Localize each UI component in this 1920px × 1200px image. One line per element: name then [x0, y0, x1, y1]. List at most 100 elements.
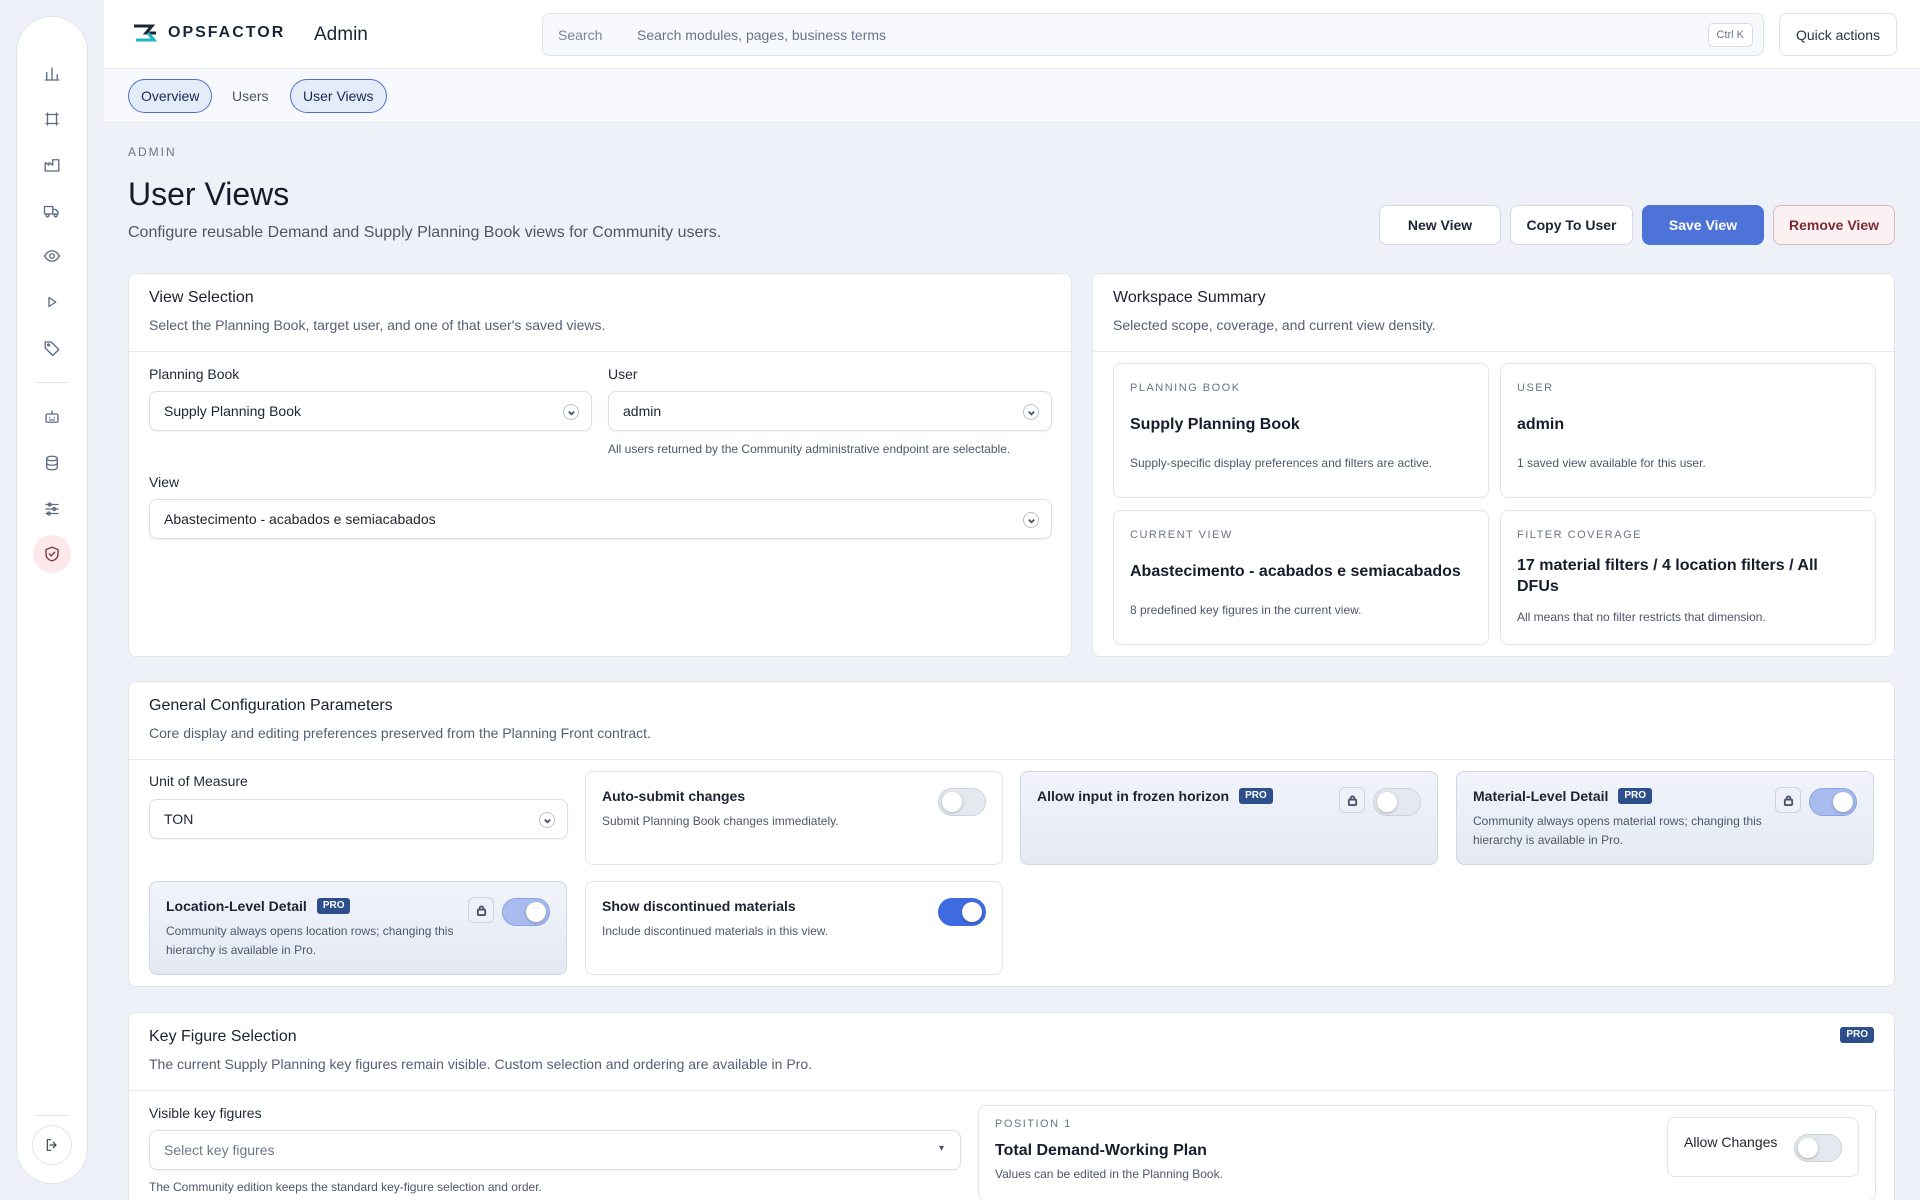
quick-actions-button[interactable]: Quick actions	[1779, 13, 1897, 56]
section-title: Admin	[314, 24, 368, 45]
unit-of-measure-select[interactable]: TON	[149, 799, 568, 839]
location-level-toggle[interactable]	[502, 898, 550, 926]
position-desc: Values can be edited in the Planning Boo…	[995, 1167, 1223, 1181]
summary-planning-book: PLANNING BOOK Supply Planning Book Suppl…	[1113, 363, 1489, 498]
tile-title-text: Auto-submit changes	[602, 788, 746, 804]
breadcrumb: ADMIN	[128, 145, 177, 159]
pro-badge: PRO	[1618, 788, 1653, 804]
left-rail	[16, 16, 88, 1184]
tile-title: Allow input in frozen horizon PRO	[1037, 788, 1273, 804]
tile-desc: Community always opens location rows; ch…	[166, 924, 454, 957]
save-view-button[interactable]: Save View	[1642, 205, 1764, 245]
summary-desc: All means that no filter restricts that …	[1517, 610, 1766, 624]
search-label: Search	[558, 27, 603, 43]
search-input[interactable]	[637, 24, 1617, 46]
planning-book-label: Planning Book	[149, 366, 240, 382]
robot-icon[interactable]	[33, 398, 71, 436]
card-title: View Selection	[149, 289, 254, 306]
view-selection-card: View Selection Select the Planning Book,…	[128, 273, 1072, 657]
summary-value: 17 material filters / 4 location filters…	[1517, 557, 1818, 595]
app-logo[interactable]: OPSFACTOR	[132, 22, 285, 44]
top-bar: OPSFACTOR Admin Search Ctrl K Quick acti…	[104, 0, 1920, 69]
tag-icon[interactable]	[33, 329, 71, 367]
show-discontinued-toggle[interactable]	[938, 898, 986, 926]
key-figure-card: Key Figure Selection PRO The current Sup…	[128, 1012, 1895, 1200]
user-label: User	[608, 366, 638, 382]
allow-changes-toggle[interactable]	[1794, 1134, 1842, 1162]
play-icon[interactable]	[33, 283, 71, 321]
planning-book-value: Supply Planning Book	[164, 403, 301, 419]
tab-users[interactable]: Users	[219, 79, 282, 113]
key-figures-select[interactable]: Select key figures ▾	[149, 1130, 961, 1170]
tile-title: Show discontinued materials	[602, 898, 796, 914]
tile-title-text: Allow input in frozen horizon	[1037, 788, 1230, 804]
card-title: Workspace Summary	[1113, 289, 1266, 306]
summary-eyebrow: PLANNING BOOK	[1130, 382, 1241, 394]
summary-filter-coverage: FILTER COVERAGE 17 material filters / 4 …	[1500, 510, 1876, 645]
factory-icon[interactable]	[33, 146, 71, 184]
workspace-summary-card: Workspace Summary Selected scope, covera…	[1092, 273, 1895, 657]
chevron-down-icon	[539, 812, 555, 828]
general-config-card: General Configuration Parameters Core di…	[128, 681, 1895, 987]
summary-eyebrow: USER	[1517, 382, 1554, 394]
frozen-horizon-tile: Allow input in frozen horizon PRO	[1020, 771, 1438, 865]
logout-icon	[46, 1139, 57, 1151]
card-divider	[1093, 351, 1894, 352]
material-level-tile: Material-Level Detail PRO Community alway…	[1456, 771, 1874, 865]
chevron-down-icon	[563, 404, 579, 420]
planning-book-select[interactable]: Supply Planning Book	[149, 391, 592, 431]
card-divider	[129, 351, 1071, 352]
tile-title-text: Location-Level Detail	[166, 898, 307, 914]
summary-desc: Supply-specific display preferences and …	[1130, 456, 1433, 470]
frozen-horizon-toggle[interactable]	[1373, 788, 1421, 816]
summary-user: USER admin 1 saved view available for th…	[1500, 363, 1876, 498]
truck-icon[interactable]	[33, 192, 71, 230]
visible-key-figures-label: Visible key figures	[149, 1105, 262, 1121]
position-eyebrow: POSITION 1	[995, 1118, 1072, 1130]
lock-icon	[1339, 787, 1365, 813]
tile-title: Material-Level Detail PRO	[1473, 788, 1653, 804]
eye-icon[interactable]	[33, 237, 71, 275]
key-figures-placeholder: Select key figures	[164, 1142, 275, 1158]
tile-title-text: Show discontinued materials	[602, 898, 796, 914]
tab-overview[interactable]: Overview	[128, 79, 213, 113]
allow-changes-box: Allow Changes	[1667, 1117, 1859, 1177]
global-search[interactable]: Search Ctrl K	[542, 13, 1764, 56]
unit-of-measure-label: Unit of Measure	[149, 773, 248, 789]
sub-navigation: Overview Users User Views	[104, 69, 1920, 123]
card-subtitle: The current Supply Planning key figures …	[149, 1056, 813, 1072]
user-hint: All users returned by the Community admi…	[608, 442, 1011, 456]
card-divider	[129, 1090, 1894, 1091]
card-subtitle: Selected scope, coverage, and current vi…	[1113, 317, 1436, 333]
database-icon[interactable]	[33, 444, 71, 482]
card-title: Key Figure Selection	[149, 1028, 297, 1045]
auto-submit-toggle[interactable]	[938, 788, 986, 816]
page-title: User Views	[128, 176, 290, 212]
toggle-knob	[1833, 792, 1853, 812]
shield-check-icon[interactable]	[33, 535, 71, 573]
position-title: Total Demand-Working Plan	[995, 1142, 1207, 1159]
remove-view-button[interactable]: Remove View	[1773, 205, 1895, 245]
lock-icon	[468, 897, 494, 923]
view-select[interactable]: Abastecimento - acabados e semiacabados	[149, 499, 1052, 539]
tile-title-text: Material-Level Detail	[1473, 788, 1609, 804]
card-title: General Configuration Parameters	[149, 697, 393, 714]
card-subtitle: Core display and editing preferences pre…	[149, 725, 651, 741]
workflow-icon[interactable]	[33, 100, 71, 138]
key-figure-position-card: POSITION 1 Total Demand-Working Plan Val…	[978, 1105, 1876, 1200]
key-figures-hint: The Community edition keeps the standard…	[149, 1180, 542, 1194]
tab-user-views[interactable]: User Views	[290, 79, 387, 113]
pro-badge: PRO	[1840, 1027, 1874, 1043]
new-view-button[interactable]: New View	[1379, 205, 1501, 245]
sliders-icon[interactable]	[33, 490, 71, 528]
summary-desc: 8 predefined key figures in the current …	[1130, 603, 1362, 617]
tile-title: Location-Level Detail PRO	[166, 898, 351, 914]
tile-desc: Community always opens material rows; ch…	[1473, 814, 1762, 847]
chart-icon[interactable]	[33, 55, 71, 93]
user-select[interactable]: admin	[608, 391, 1052, 431]
material-level-toggle[interactable]	[1809, 788, 1857, 816]
copy-to-user-button[interactable]: Copy To User	[1510, 205, 1633, 245]
toggle-knob	[526, 902, 546, 922]
logout-button[interactable]	[32, 1125, 72, 1165]
toggle-knob	[942, 792, 962, 812]
